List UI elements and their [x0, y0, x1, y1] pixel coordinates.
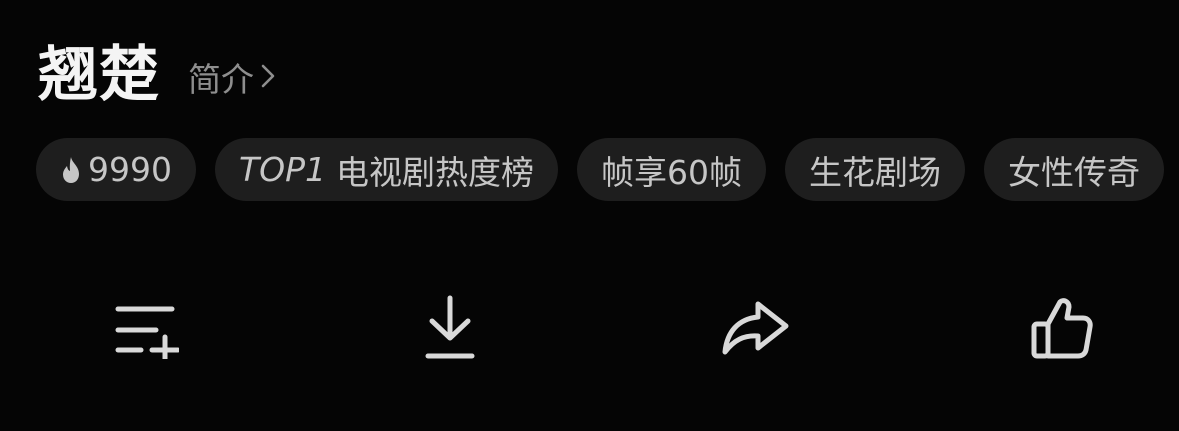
chevron-right-icon: [254, 58, 276, 97]
add-to-playlist-button[interactable]: [104, 290, 184, 370]
header: 翘楚 简介: [38, 40, 276, 110]
ranking-label: 电视剧热度榜: [336, 152, 535, 192]
like-button[interactable]: [1022, 290, 1102, 370]
intro-label: 简介: [188, 60, 254, 99]
intro-link[interactable]: 简介: [188, 53, 276, 101]
flame-icon: [60, 156, 82, 184]
download-button[interactable]: [410, 290, 490, 370]
heat-value: 9990: [88, 150, 172, 189]
frame-rate-label: 帧享60帧: [601, 152, 743, 192]
studio-tag[interactable]: 生花剧场: [785, 138, 966, 201]
ranking-tag[interactable]: TOP1 电视剧热度榜: [214, 138, 559, 201]
share-button[interactable]: [716, 290, 796, 370]
share-icon: [720, 298, 792, 362]
action-bar: [0, 290, 1179, 370]
heat-tag[interactable]: 9990: [36, 138, 196, 201]
ranking-prefix: TOP1: [238, 150, 327, 189]
genre-tag[interactable]: 女性传奇: [984, 138, 1165, 201]
frame-rate-tag[interactable]: 帧享60帧: [577, 138, 767, 201]
add-to-playlist-icon: [109, 297, 181, 363]
like-icon: [1031, 296, 1093, 364]
download-icon: [422, 293, 478, 367]
tag-row: 9990 TOP1 电视剧热度榜 帧享60帧 生花剧场 女性传奇: [36, 138, 1165, 201]
studio-label: 生花剧场: [809, 152, 942, 192]
page-title: 翘楚: [38, 40, 160, 110]
genre-label: 女性传奇: [1008, 152, 1141, 192]
